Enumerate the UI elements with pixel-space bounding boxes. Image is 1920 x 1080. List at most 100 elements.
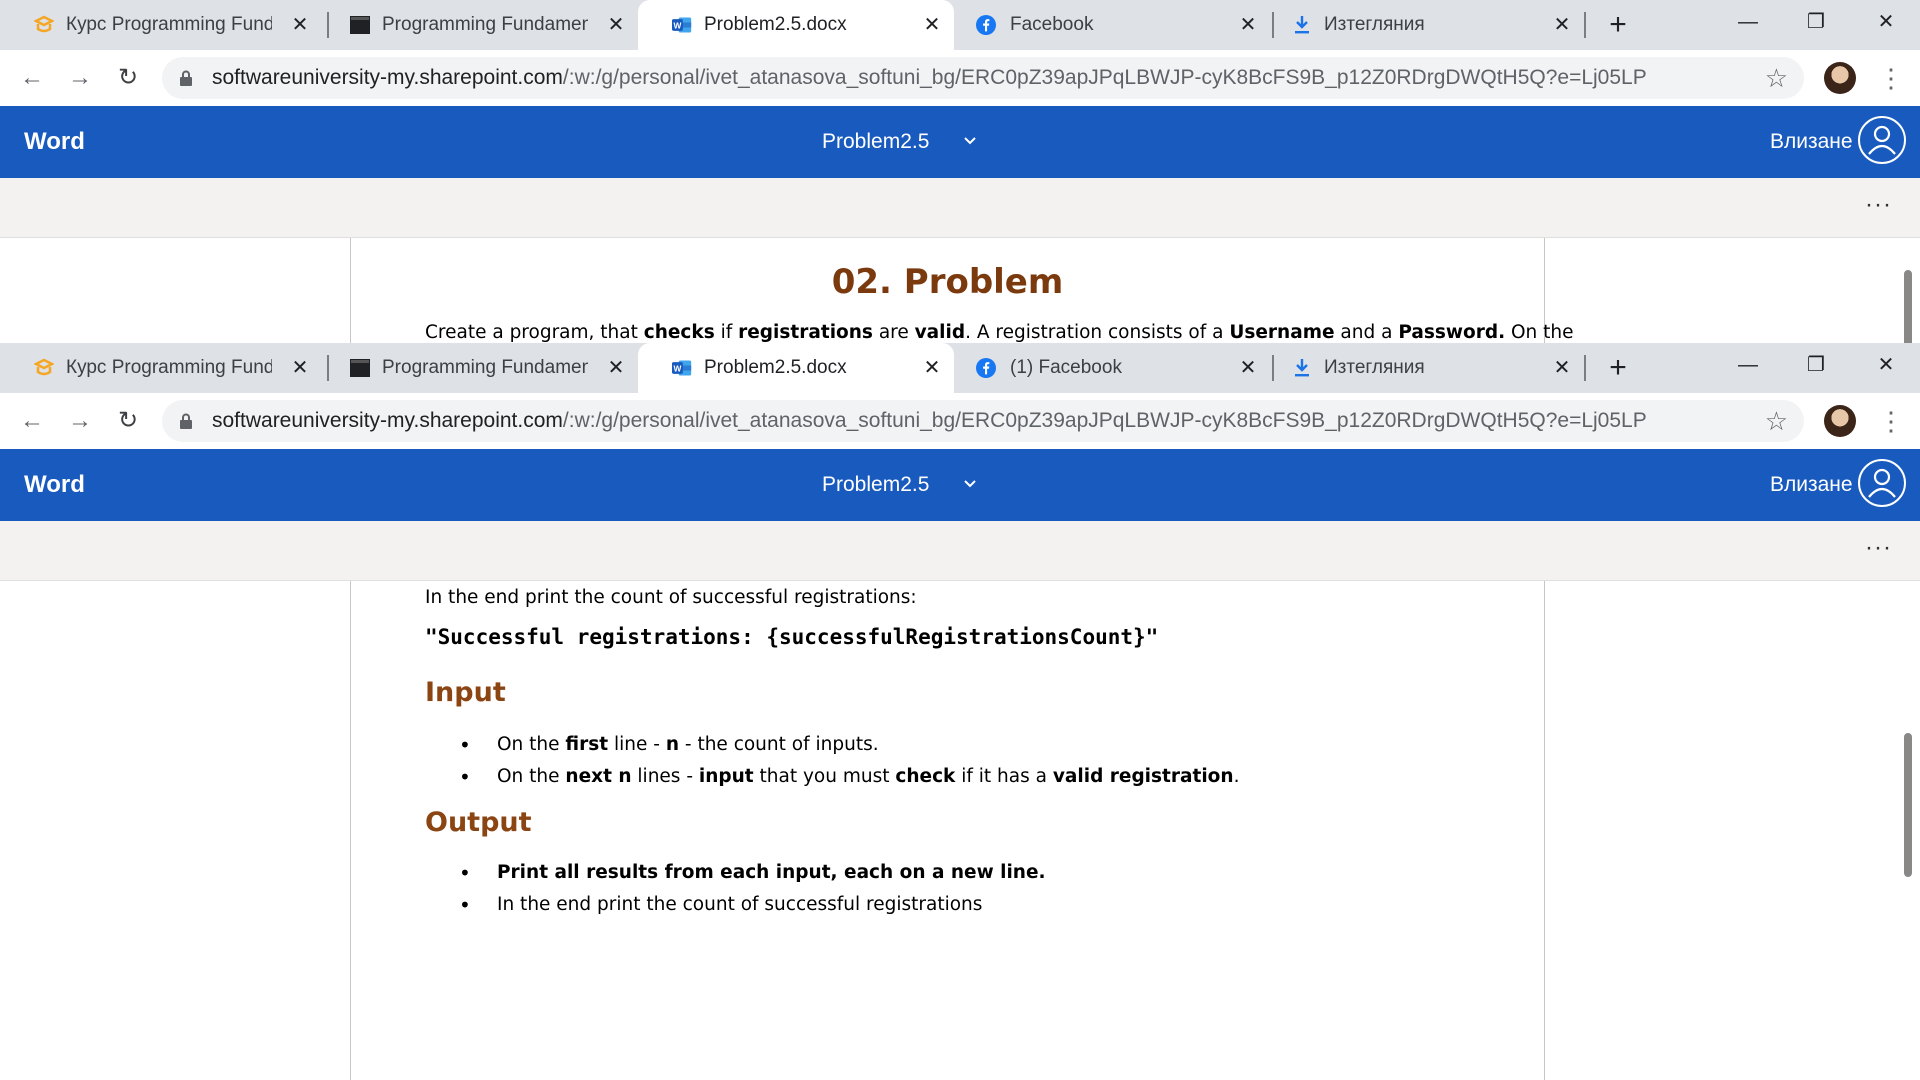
code-output-format: "Successful registrations: {successfulRe… xyxy=(425,625,1159,649)
list-item: Print all results from each input, each … xyxy=(425,857,1484,889)
lock-icon xyxy=(180,70,192,86)
tab-softuni-course[interactable]: Курс Programming Fundam ✕ xyxy=(0,343,322,393)
close-icon[interactable]: ✕ xyxy=(1552,358,1572,378)
document-canvas: 02. Problem Create a program, that check… xyxy=(0,238,1920,343)
tab-strip: Курс Programming Fundam ✕ Programming Fu… xyxy=(0,0,1920,50)
forward-arrow-icon[interactable]: → xyxy=(66,407,94,435)
restore-button[interactable]: ❐ xyxy=(1796,10,1836,34)
bookmark-star-icon[interactable]: ☆ xyxy=(1765,64,1788,92)
svg-text:W: W xyxy=(673,363,681,373)
tab-facebook[interactable]: Facebook ✕ xyxy=(960,0,1272,50)
problem-heading: 02. Problem xyxy=(831,262,1064,302)
tab-separator xyxy=(1272,355,1274,381)
tab-title: (1) Facebook xyxy=(1010,357,1122,378)
document-page: In the end print the count of successful… xyxy=(350,581,1545,1080)
url-text: softwareuniversity-my.sharepoint.com/:w:… xyxy=(212,57,1647,99)
sign-in-link[interactable]: Влизане xyxy=(1770,449,1853,521)
close-window-button[interactable]: ✕ xyxy=(1866,10,1906,34)
download-icon xyxy=(1292,358,1312,378)
list-item: On the first line - n - the count of inp… xyxy=(425,729,1484,761)
close-icon[interactable]: ✕ xyxy=(290,358,310,378)
facebook-icon xyxy=(976,15,996,35)
tab-problem-docx[interactable]: W Problem2.5.docx ✕ xyxy=(638,0,954,50)
chevron-down-icon[interactable] xyxy=(960,130,980,150)
document-title[interactable]: Problem2.5 xyxy=(822,449,929,521)
browser-menu-icon[interactable]: ⋮ xyxy=(1878,405,1904,437)
forward-arrow-icon[interactable]: → xyxy=(66,64,94,92)
restore-button[interactable]: ❐ xyxy=(1796,353,1836,377)
close-icon[interactable]: ✕ xyxy=(1552,15,1572,35)
minimize-button[interactable]: — xyxy=(1728,353,1768,377)
user-avatar-icon[interactable] xyxy=(1858,459,1906,507)
tab-title: Изтегляния xyxy=(1324,14,1425,35)
word-app-bar: Word Problem2.5 Влизане xyxy=(0,106,1920,178)
tab-separator xyxy=(1272,12,1274,38)
terminal-icon xyxy=(350,358,370,378)
new-tab-button[interactable]: + xyxy=(1601,9,1635,43)
tab-strip: Курс Programming Fundam ✕ Programming Fu… xyxy=(0,343,1920,393)
chevron-down-icon[interactable] xyxy=(960,473,980,493)
address-bar[interactable]: softwareuniversity-my.sharepoint.com/:w:… xyxy=(162,400,1804,442)
tab-programming-fundamentals[interactable]: Programming Fundamental ✕ xyxy=(316,0,638,50)
reload-icon[interactable]: ↻ xyxy=(114,407,142,435)
sign-in-link[interactable]: Влизане xyxy=(1770,106,1853,178)
input-list: On the first line - n - the count of inp… xyxy=(425,729,1484,793)
close-icon[interactable]: ✕ xyxy=(606,15,626,35)
close-icon[interactable]: ✕ xyxy=(1238,15,1258,35)
word-icon: W xyxy=(672,15,692,35)
minimize-button[interactable]: — xyxy=(1728,10,1768,34)
tab-downloads[interactable]: Изтегляния ✕ xyxy=(1276,0,1586,50)
document-page: 02. Problem Create a program, that check… xyxy=(350,238,1574,343)
tab-title: Курс Programming Fundam xyxy=(66,357,272,378)
browser-toolbar: ← → ↻ softwareuniversity-my.sharepoint.c… xyxy=(0,50,1920,106)
url-host: softwareuniversity-my.sharepoint.com xyxy=(212,66,563,89)
close-icon[interactable]: ✕ xyxy=(922,15,942,35)
document-title[interactable]: Problem2.5 xyxy=(822,106,929,178)
softuni-logo-icon xyxy=(34,358,54,378)
profile-avatar[interactable] xyxy=(1824,405,1856,437)
tab-separator xyxy=(1584,355,1586,381)
tab-softuni-course[interactable]: Курс Programming Fundam ✕ xyxy=(0,0,322,50)
user-avatar-icon[interactable] xyxy=(1858,116,1906,164)
profile-avatar[interactable] xyxy=(1824,62,1856,94)
url-path: /:w:/g/personal/ivet_atanasova_softuni_b… xyxy=(562,409,1647,432)
list-item: In the end print the count of successful… xyxy=(425,889,1484,921)
tab-downloads[interactable]: Изтегляния ✕ xyxy=(1276,343,1586,393)
browser-toolbar: ← → ↻ softwareuniversity-my.sharepoint.c… xyxy=(0,393,1920,449)
close-icon[interactable]: ✕ xyxy=(1238,358,1258,378)
back-arrow-icon[interactable]: ← xyxy=(18,407,46,435)
word-brand[interactable]: Word xyxy=(24,449,85,521)
vertical-scrollbar[interactable] xyxy=(1904,733,1912,877)
url-text: softwareuniversity-my.sharepoint.com/:w:… xyxy=(212,400,1647,442)
svg-text:W: W xyxy=(673,20,681,30)
close-icon[interactable]: ✕ xyxy=(922,358,942,378)
bookmark-star-icon[interactable]: ☆ xyxy=(1765,407,1788,435)
more-options-icon[interactable]: ··· xyxy=(1865,190,1892,220)
tab-title: Problem2.5.docx xyxy=(704,14,847,35)
more-options-icon[interactable]: ··· xyxy=(1865,533,1892,563)
document-canvas: In the end print the count of successful… xyxy=(0,581,1920,1080)
word-brand[interactable]: Word xyxy=(24,106,85,178)
tab-title: Курс Programming Fundam xyxy=(66,14,272,35)
close-icon[interactable]: ✕ xyxy=(290,15,310,35)
close-window-button[interactable]: ✕ xyxy=(1866,353,1906,377)
back-arrow-icon[interactable]: ← xyxy=(18,64,46,92)
tab-facebook[interactable]: (1) Facebook ✕ xyxy=(960,343,1272,393)
tab-programming-fundamentals[interactable]: Programming Fundamental ✕ xyxy=(316,343,638,393)
vertical-scrollbar[interactable] xyxy=(1904,270,1912,343)
browser-menu-icon[interactable]: ⋮ xyxy=(1878,62,1904,94)
address-bar[interactable]: softwareuniversity-my.sharepoint.com/:w:… xyxy=(162,57,1804,99)
facebook-icon xyxy=(976,358,996,378)
tab-title: Programming Fundamental xyxy=(382,357,588,378)
tab-problem-docx[interactable]: W Problem2.5.docx ✕ xyxy=(638,343,954,393)
browser-window-bottom: Курс Programming Fundam ✕ Programming Fu… xyxy=(0,343,1920,1080)
word-app-bar: Word Problem2.5 Влизане xyxy=(0,449,1920,521)
reload-icon[interactable]: ↻ xyxy=(114,64,142,92)
close-icon[interactable]: ✕ xyxy=(606,358,626,378)
new-tab-button[interactable]: + xyxy=(1601,352,1635,386)
list-item: On the next n lines - input that you mus… xyxy=(425,761,1484,793)
input-heading: Input xyxy=(425,677,506,708)
intro-paragraph: Create a program, that checks if registr… xyxy=(425,322,1574,343)
end-print-paragraph: In the end print the count of successful… xyxy=(425,587,917,608)
output-heading: Output xyxy=(425,807,532,838)
